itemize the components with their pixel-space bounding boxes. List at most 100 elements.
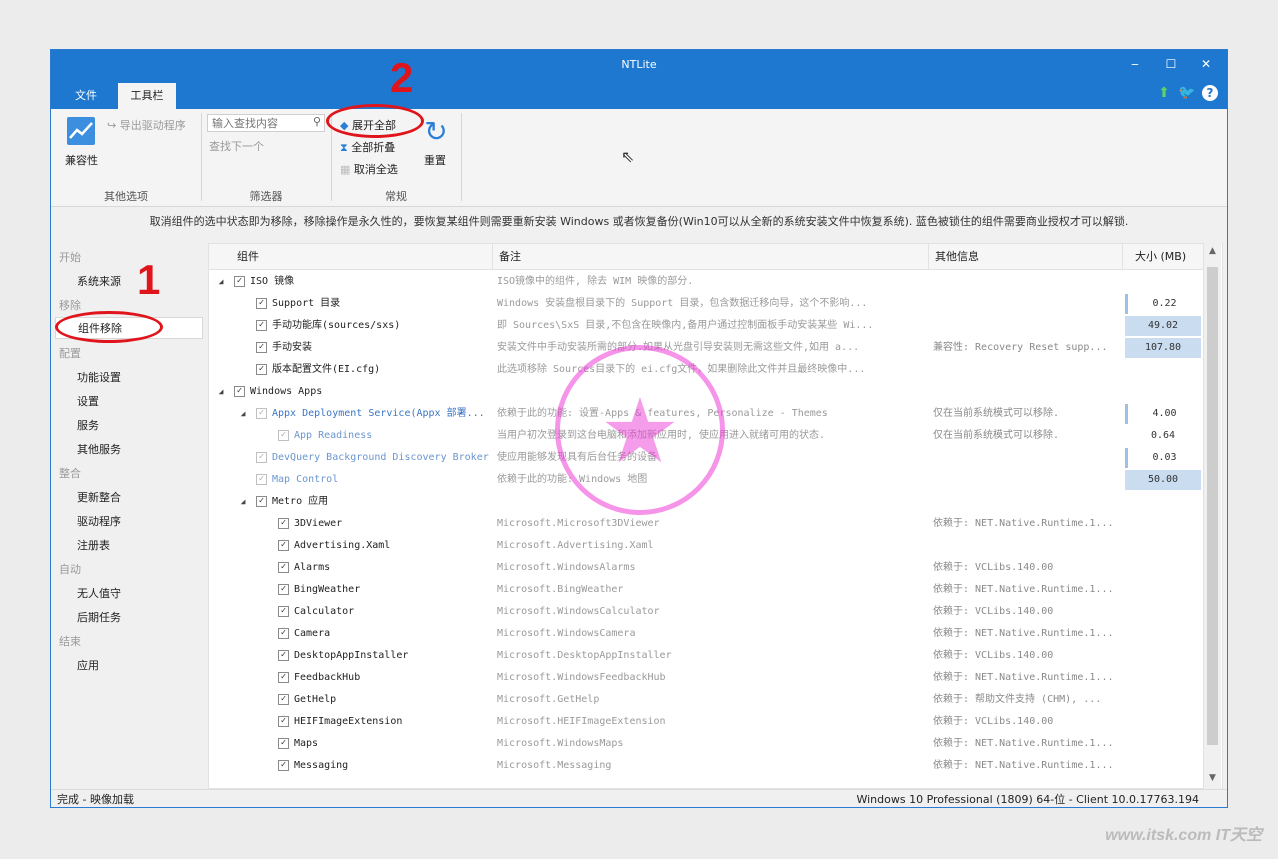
table-row[interactable]: ✓ GetHelp Microsoft.GetHelp 依赖于: 帮助文件支持 … xyxy=(209,689,1209,711)
checkbox[interactable]: ✓ xyxy=(278,584,289,595)
reset-button[interactable]: 重置 xyxy=(424,152,446,168)
collapse-icon[interactable]: ◢ xyxy=(215,271,227,293)
checkbox[interactable]: ✓ xyxy=(256,320,267,331)
checkbox[interactable]: ✓ xyxy=(278,518,289,529)
column-note[interactable]: 备注 xyxy=(493,244,929,270)
collapse-icon[interactable]: ◢ xyxy=(237,491,249,513)
table-row[interactable]: ✓ Messaging Microsoft.Messaging 依赖于: NET… xyxy=(209,755,1209,777)
checkbox[interactable]: ✓ xyxy=(256,342,267,353)
sidebar-item-features[interactable]: 功能设置 xyxy=(77,369,121,385)
checkbox[interactable]: ✓ xyxy=(256,364,267,375)
checkbox[interactable]: ✓ xyxy=(278,716,289,727)
sidebar-item-other-services[interactable]: 其他服务 xyxy=(77,441,121,457)
checkbox[interactable]: ✓ xyxy=(256,496,267,507)
help-icon[interactable]: ? xyxy=(1202,85,1218,101)
table-row[interactable]: ✓ Advertising.Xaml Microsoft.Advertising… xyxy=(209,535,1209,557)
table-row[interactable]: ◢ ✓ Windows Apps xyxy=(209,381,1209,403)
maximize-button[interactable]: ☐ xyxy=(1160,56,1182,72)
collapse-icon[interactable]: ◢ xyxy=(215,381,227,403)
checkbox[interactable]: ✓ xyxy=(278,430,289,441)
row-note: Microsoft.BingWeather xyxy=(497,584,624,595)
table-row[interactable]: ◢ ✓ ISO 镜像 ISO镜像中的组件, 除去 WIM 映像的部分. xyxy=(209,271,1209,293)
minimize-button[interactable]: ‒ xyxy=(1124,56,1146,72)
checkbox[interactable]: ✓ xyxy=(278,672,289,683)
tab-file[interactable]: 文件 xyxy=(65,83,107,109)
row-name: Windows Apps xyxy=(250,386,323,397)
table-row[interactable]: ✓ 3DViewer Microsoft.Microsoft3DViewer 依… xyxy=(209,513,1209,535)
sidebar-item-source[interactable]: 系统来源 xyxy=(77,273,121,289)
find-next-button[interactable]: 查找下一个 xyxy=(209,138,264,154)
table-row[interactable]: ✓ FeedbackHub Microsoft.WindowsFeedbackH… xyxy=(209,667,1209,689)
row-name: DesktopAppInstaller xyxy=(294,650,409,661)
row-name: Messaging xyxy=(294,760,349,771)
row-size: 4.00 xyxy=(1125,404,1201,424)
reset-icon[interactable]: ↻ xyxy=(421,117,451,147)
search-icon[interactable]: ⚲ xyxy=(313,115,321,128)
table-row[interactable]: ✓ App Readiness 当用户初次登录到这台电脑和添加新应用时, 使应用… xyxy=(209,425,1209,447)
table-row[interactable]: ✓ HEIFImageExtension Microsoft.HEIFImage… xyxy=(209,711,1209,733)
scroll-thumb[interactable] xyxy=(1207,267,1218,745)
scroll-up-icon[interactable]: ▲ xyxy=(1204,243,1221,260)
table-row[interactable]: ✓ 手动安装 安装文件中手动安装所需的部分.如果从光盘引导安装则无需这些文件,如… xyxy=(209,337,1209,359)
row-name: DevQuery Background Discovery Broker xyxy=(272,452,489,463)
checkbox[interactable]: ✓ xyxy=(256,452,267,463)
column-other[interactable]: 其他信息 xyxy=(929,244,1123,270)
close-button[interactable]: ✕ xyxy=(1195,56,1217,72)
checkbox[interactable]: ✓ xyxy=(256,474,267,485)
sidebar-item-unattended[interactable]: 无人值守 xyxy=(77,585,121,601)
row-other: 仅在当前系统模式可以移除. xyxy=(933,430,1060,441)
tab-toolbar[interactable]: 工具栏 xyxy=(118,83,176,109)
checkbox[interactable]: ✓ xyxy=(256,298,267,309)
checkbox[interactable]: ✓ xyxy=(234,276,245,287)
sidebar-item-apply[interactable]: 应用 xyxy=(77,657,99,673)
row-note: 即 Sources\SxS 目录,不包含在映像内,备用户通过控制面板手动安装某些… xyxy=(497,320,874,331)
checkbox[interactable]: ✓ xyxy=(278,540,289,551)
table-row[interactable]: ✓ 版本配置文件(EI.cfg) 此选项移除 Sources目录下的 ei.cf… xyxy=(209,359,1209,381)
search-box[interactable]: ⚲ xyxy=(207,114,325,132)
table-row[interactable]: ✓ Alarms Microsoft.WindowsAlarms 依赖于: VC… xyxy=(209,557,1209,579)
checkbox[interactable]: ✓ xyxy=(278,650,289,661)
sidebar-item-services[interactable]: 服务 xyxy=(77,417,99,433)
vertical-scrollbar[interactable]: ▲ ▼ xyxy=(1203,243,1221,789)
table-row[interactable]: ✓ 手动功能库(sources/sxs) 即 Sources\SxS 目录,不包… xyxy=(209,315,1209,337)
checkbox[interactable]: ✓ xyxy=(278,694,289,705)
checkbox[interactable]: ✓ xyxy=(278,606,289,617)
table-row[interactable]: ✓ DevQuery Background Discovery Broker 使… xyxy=(209,447,1209,469)
sidebar-item-drivers[interactable]: 驱动程序 xyxy=(77,513,121,529)
checkbox[interactable]: ✓ xyxy=(278,760,289,771)
sidebar-item-post-setup[interactable]: 后期任务 xyxy=(77,609,121,625)
update-arrow-icon[interactable]: ⬆ xyxy=(1156,85,1172,101)
table-row[interactable]: ✓ Maps Microsoft.WindowsMaps 依赖于: NET.Na… xyxy=(209,733,1209,755)
table-row[interactable]: ✓ Support 目录 Windows 安装盘根目录下的 Support 目录… xyxy=(209,293,1209,315)
table-row[interactable]: ✓ Camera Microsoft.WindowsCamera 依赖于: NE… xyxy=(209,623,1209,645)
scroll-down-icon[interactable]: ▼ xyxy=(1204,770,1221,787)
status-bar: 完成 - 映像加载 Windows 10 Professional (1809)… xyxy=(51,789,1227,807)
sidebar-item-settings[interactable]: 设置 xyxy=(77,393,99,409)
column-size[interactable]: 大小 (MB) xyxy=(1123,244,1209,270)
compat-button[interactable]: 兼容性 xyxy=(65,152,98,168)
twitter-icon[interactable]: 🐦 xyxy=(1178,85,1195,101)
row-name: GetHelp xyxy=(294,694,337,705)
checkbox[interactable]: ✓ xyxy=(278,738,289,749)
checkbox[interactable]: ✓ xyxy=(256,408,267,419)
row-other: 兼容性: Recovery Reset supp... xyxy=(933,342,1108,353)
table-row[interactable]: ✓ BingWeather Microsoft.BingWeather 依赖于:… xyxy=(209,579,1209,601)
collapse-icon[interactable]: ◢ xyxy=(237,403,249,425)
table-row[interactable]: ◢ ✓ Metro 应用 xyxy=(209,491,1209,513)
collapse-all-button[interactable]: ⧗ 全部折叠 xyxy=(340,139,395,155)
table-row[interactable]: ◢ ✓ Appx Deployment Service(Appx 部署... 依… xyxy=(209,403,1209,425)
compat-icon[interactable] xyxy=(67,117,95,145)
search-input[interactable] xyxy=(208,115,304,131)
table-row[interactable]: ✓ Calculator Microsoft.WindowsCalculator… xyxy=(209,601,1209,623)
table-row[interactable]: ✓ DesktopAppInstaller Microsoft.DesktopA… xyxy=(209,645,1209,667)
checkbox[interactable]: ✓ xyxy=(278,562,289,573)
table-row[interactable]: ✓ Map Control 依赖于此的功能: Windows 地图 50.00 xyxy=(209,469,1209,491)
row-name: Camera xyxy=(294,628,331,639)
export-driver-button[interactable]: ↪ 导出驱动程序 xyxy=(107,117,186,133)
sidebar-item-registry[interactable]: 注册表 xyxy=(77,537,110,553)
sidebar-item-updates[interactable]: 更新整合 xyxy=(77,489,121,505)
checkbox[interactable]: ✓ xyxy=(278,628,289,639)
deselect-all-button[interactable]: ▦ 取消全选 xyxy=(340,161,398,177)
checkbox[interactable]: ✓ xyxy=(234,386,245,397)
column-component[interactable]: 组件 xyxy=(231,244,493,270)
